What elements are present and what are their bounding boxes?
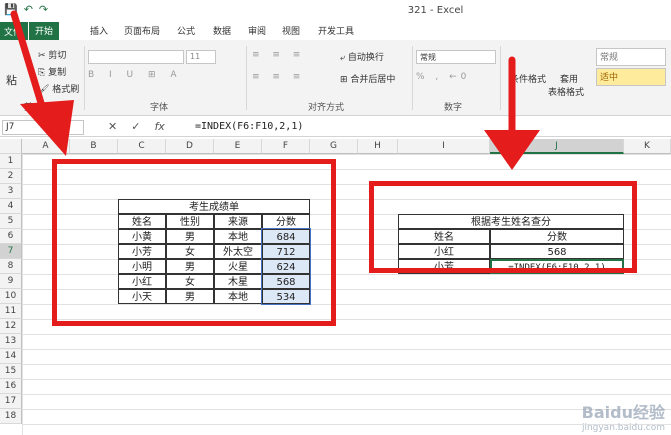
watermark-url: jingyan.baidu.com <box>581 423 665 433</box>
watermark-logo: Baidu经验 jingyan.baidu.com <box>582 399 665 433</box>
arrow-down-icon <box>484 56 540 170</box>
arrow-down-left-icon <box>10 10 74 156</box>
annotation-arrows <box>10 10 540 170</box>
baidu-logo: Baidu经验 <box>581 403 665 422</box>
